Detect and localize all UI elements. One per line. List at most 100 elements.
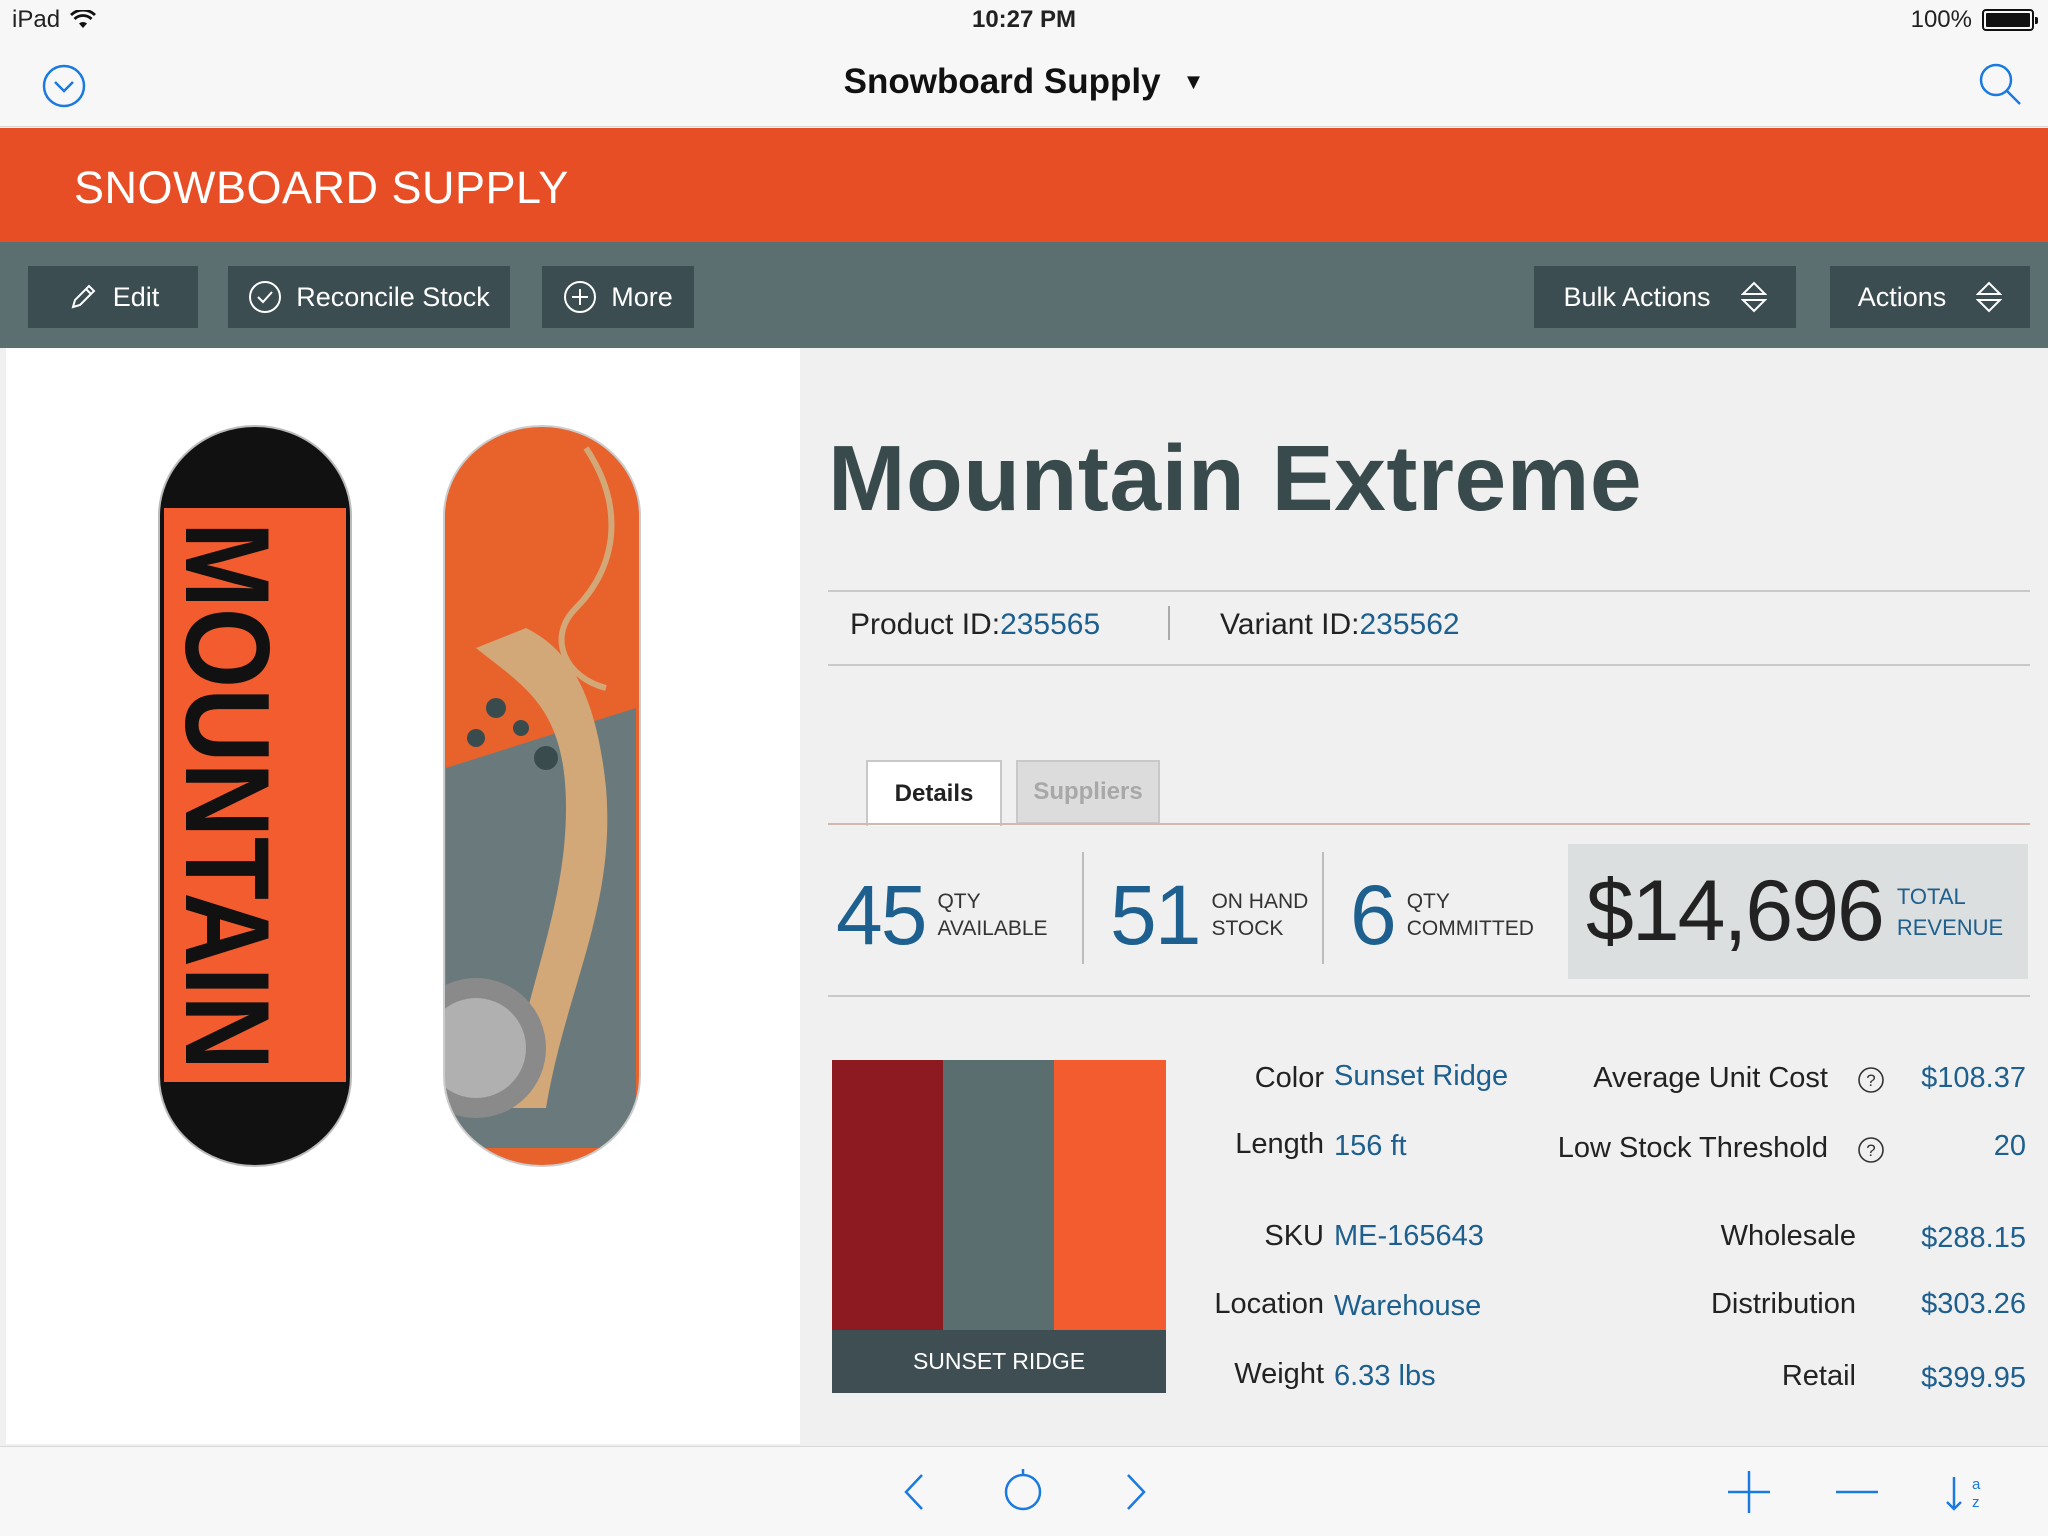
plus-icon[interactable]	[1724, 1467, 1774, 1517]
tab-details[interactable]: Details	[866, 760, 1002, 826]
stat-label-line2: STOCK	[1211, 917, 1284, 940]
swatch-color-2	[943, 1060, 1055, 1330]
actions-label: Actions	[1857, 281, 1947, 312]
help-icon[interactable]: ?	[1857, 1066, 1885, 1094]
stat-label: ON HAND STOCK	[1211, 888, 1308, 942]
tab-suppliers[interactable]: Suppliers	[1016, 760, 1160, 824]
check-circle-icon	[249, 281, 282, 313]
weight-value: 6.33 lbs	[1334, 1360, 1436, 1392]
nav-title-text: Snowboard Supply	[843, 62, 1161, 101]
pencil-icon	[71, 284, 96, 309]
board-text: MOUNTAIN	[160, 522, 294, 1070]
status-right: 100%	[1910, 6, 2038, 34]
battery-icon	[1982, 9, 2038, 31]
actions-button[interactable]: Actions	[1830, 266, 2030, 328]
svg-text:?: ?	[1866, 1141, 1875, 1160]
swatch-caption: SUNSET RIDGE	[832, 1330, 1166, 1393]
brand-title: SNOWBOARD SUPPLY	[74, 162, 569, 213]
length-value: 156 ft	[1334, 1130, 1407, 1162]
sku-value: ME-165643	[1334, 1220, 1484, 1252]
svg-text:a: a	[1972, 1476, 1981, 1493]
variant-id-value: 235562	[1359, 608, 1460, 641]
distribution-label: Distribution	[1710, 1288, 1856, 1320]
id-separator	[1168, 606, 1170, 640]
sort-az-icon[interactable]: a z	[1940, 1467, 1990, 1517]
revenue-label-line2: REVENUE	[1896, 914, 2004, 940]
stat-label: QTY AVAILABLE	[937, 888, 1047, 942]
sku-label: SKU	[1264, 1220, 1324, 1252]
up-down-icon	[1740, 281, 1767, 313]
length-label: Length	[1235, 1128, 1324, 1160]
tab-underline	[828, 823, 2030, 825]
avg-unit-cost-label: Average Unit Cost	[1593, 1062, 1828, 1094]
color-swatch: SUNSET RIDGE	[832, 1060, 1166, 1393]
retail-label: Retail	[1781, 1360, 1856, 1392]
retail-value: $399.95	[1921, 1362, 2026, 1394]
wholesale-value: $288.15	[1921, 1222, 2026, 1254]
bottom-toolbar: a z	[0, 1446, 2048, 1536]
edit-label: Edit	[112, 281, 160, 312]
low-stock-value: 20	[1993, 1130, 2026, 1162]
location-value: Warehouse	[1334, 1290, 1482, 1322]
stat-committed: 6 QTY COMMITTED	[1350, 860, 1534, 970]
distribution-value: $303.26	[1921, 1288, 2026, 1320]
stat-value: 6	[1350, 867, 1397, 962]
stat-label-line1: QTY	[937, 890, 981, 913]
snowboard-image: MOUNTAIN	[158, 425, 641, 1167]
action-toolbar: Edit Reconcile Stock More Bulk Actions A…	[0, 242, 2048, 348]
revenue-value: $14,696	[1586, 863, 1885, 959]
bulk-actions-button[interactable]: Bulk Actions	[1534, 266, 1796, 328]
color-value: Sunset Ridge	[1334, 1060, 1509, 1092]
help-icon[interactable]: ?	[1857, 1136, 1885, 1164]
status-time: 10:27 PM	[971, 6, 1077, 33]
stat-label-line1: ON HAND	[1211, 890, 1309, 913]
battery-percent: 100%	[1910, 6, 1972, 33]
stat-on-hand: 51 ON HAND STOCK	[1110, 860, 1308, 970]
more-button[interactable]: More	[542, 266, 694, 328]
revenue-label-line1: TOTAL	[1896, 883, 1966, 909]
divider	[828, 664, 2030, 666]
stat-label-line1: QTY	[1406, 890, 1450, 913]
stat-label: QTY COMMITTED	[1407, 888, 1534, 942]
stat-separator	[1322, 852, 1324, 964]
stat-value: 45	[836, 867, 927, 962]
variant-id-label: Variant ID:	[1220, 608, 1360, 641]
search-icon[interactable]	[1976, 60, 2024, 108]
more-label: More	[611, 281, 673, 312]
stat-label-line2: COMMITTED	[1406, 917, 1534, 940]
bulk-actions-label: Bulk Actions	[1563, 281, 1711, 312]
low-stock-label: Low Stock Threshold	[1557, 1132, 1828, 1164]
variant-id: Variant ID:235562	[1220, 608, 1460, 642]
nav-title[interactable]: Snowboard Supply ▼	[0, 62, 2048, 102]
svg-text:?: ?	[1866, 1071, 1875, 1090]
chevron-left-icon[interactable]	[892, 1467, 942, 1517]
reconcile-label: Reconcile Stock	[296, 281, 490, 312]
edit-button[interactable]: Edit	[28, 266, 198, 328]
product-id: Product ID:235565	[850, 608, 1100, 642]
nav-bar: Snowboard Supply ▼	[0, 42, 2048, 127]
stat-qty-available: 45 QTY AVAILABLE	[836, 860, 1048, 970]
circle-icon[interactable]	[998, 1467, 1048, 1517]
up-down-icon	[1976, 281, 2003, 313]
minus-icon[interactable]	[1832, 1467, 1882, 1517]
weight-label: Weight	[1234, 1358, 1324, 1390]
divider	[828, 995, 2030, 997]
location-label: Location	[1214, 1288, 1324, 1320]
color-label: Color	[1254, 1062, 1324, 1094]
status-bar: iPad 10:27 PM 100%	[0, 0, 2048, 42]
plus-circle-icon	[564, 281, 597, 313]
revenue-label: TOTAL REVENUE	[1897, 881, 2003, 943]
avg-unit-cost-value: $108.37	[1921, 1062, 2026, 1094]
product-id-value: 235565	[1000, 608, 1101, 641]
wholesale-label: Wholesale	[1720, 1220, 1856, 1252]
reconcile-stock-button[interactable]: Reconcile Stock	[228, 266, 510, 328]
caret-down-icon: ▼	[1182, 69, 1205, 94]
stat-separator	[1082, 852, 1084, 964]
stat-value: 51	[1110, 867, 1201, 962]
product-title: Mountain Extreme	[828, 426, 1643, 530]
product-image-panel: MOUNTAIN	[6, 348, 800, 1444]
stat-label-line2: AVAILABLE	[937, 917, 1048, 940]
chevron-right-icon[interactable]	[1108, 1467, 1158, 1517]
product-id-label: Product ID:	[850, 608, 1001, 641]
swatch-color-1	[832, 1060, 944, 1330]
